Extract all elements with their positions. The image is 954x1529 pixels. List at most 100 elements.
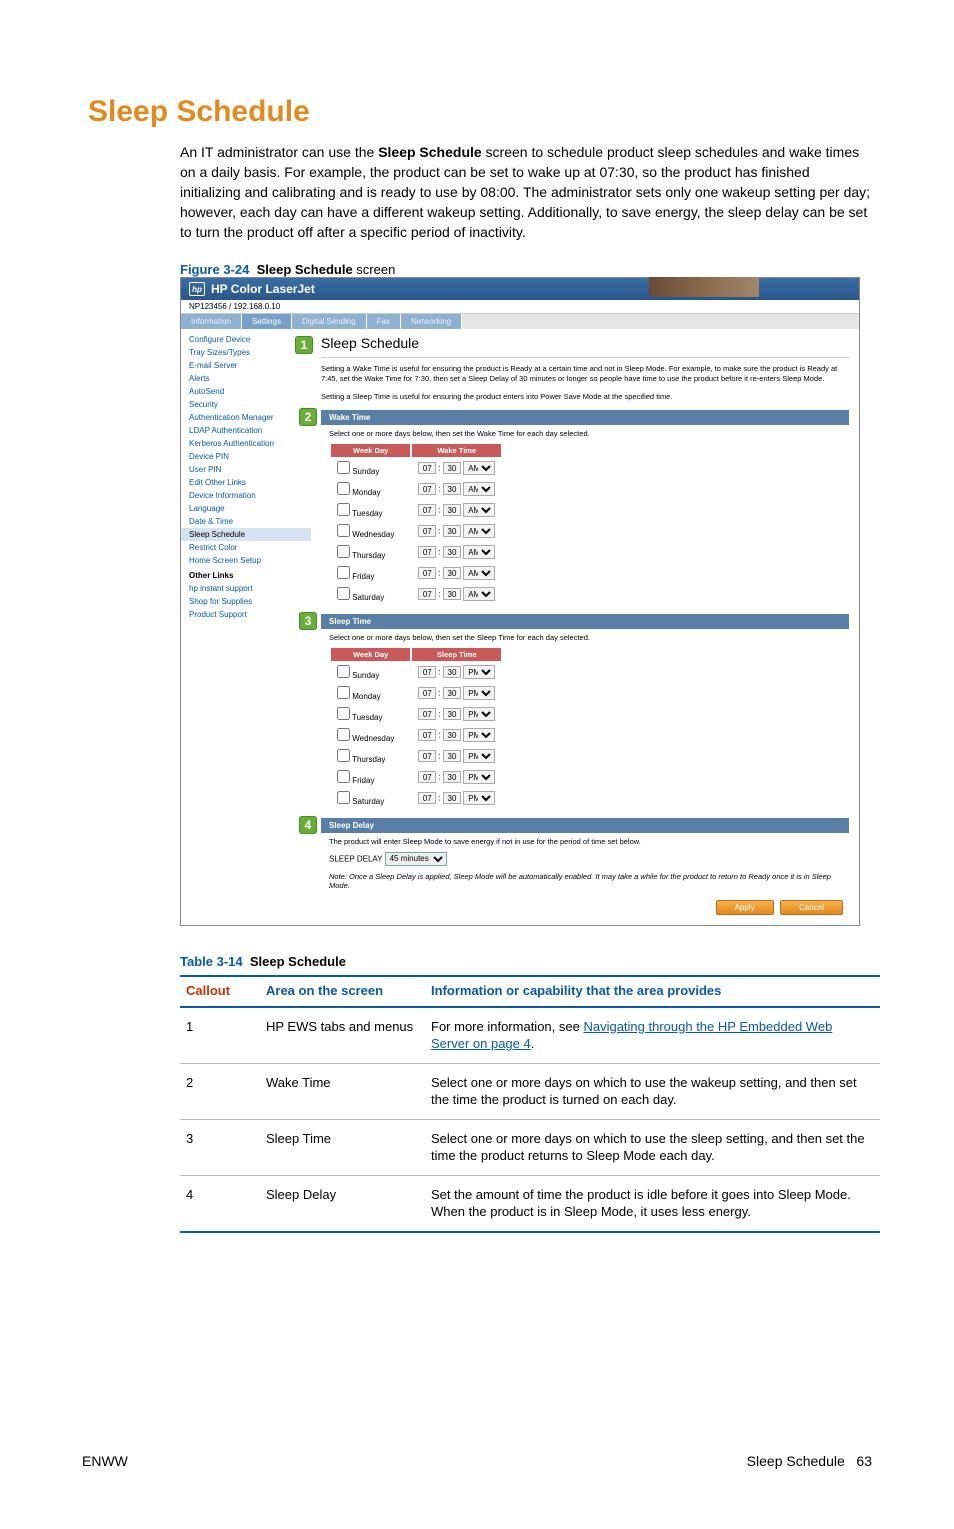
hour-input[interactable] [418, 588, 436, 600]
ampm-select[interactable]: PM [463, 665, 495, 679]
sidebar-item[interactable]: Edit Other Links [181, 476, 311, 489]
day-checkbox[interactable] [337, 587, 350, 600]
ampm-select[interactable]: AM [463, 587, 495, 601]
hour-input[interactable] [418, 525, 436, 537]
day-checkbox[interactable] [337, 686, 350, 699]
sleep-delay-select[interactable]: 45 minutes [385, 852, 447, 866]
minute-input[interactable] [443, 750, 461, 762]
minute-input[interactable] [443, 588, 461, 600]
ews-sidebar: Configure DeviceTray Sizes/TypesE-mail S… [181, 329, 311, 924]
tab-information[interactable]: Information [181, 314, 242, 329]
sidebar-item[interactable]: Sleep Schedule [181, 528, 311, 541]
cell-callout: 1 [180, 1007, 260, 1064]
sidebar-item[interactable]: AutoSend [181, 385, 311, 398]
hour-input[interactable] [418, 750, 436, 762]
hour-input[interactable] [418, 546, 436, 558]
minute-input[interactable] [443, 462, 461, 474]
day-checkbox[interactable] [337, 461, 350, 474]
ampm-select[interactable]: PM [463, 686, 495, 700]
ampm-select[interactable]: PM [463, 749, 495, 763]
hour-input[interactable] [418, 792, 436, 804]
help-text-2: Setting a Sleep Time is useful for ensur… [321, 392, 849, 402]
day-checkbox[interactable] [337, 545, 350, 558]
minute-input[interactable] [443, 687, 461, 699]
hour-input[interactable] [418, 687, 436, 699]
hour-input[interactable] [418, 483, 436, 495]
ampm-select[interactable]: PM [463, 707, 495, 721]
cross-ref-link[interactable]: Navigating through the HP Embedded Web S… [431, 1019, 832, 1052]
hour-input[interactable] [418, 504, 436, 516]
hour-input[interactable] [418, 729, 436, 741]
ampm-select[interactable]: AM [463, 482, 495, 496]
sidebar-item[interactable]: Language [181, 502, 311, 515]
sidebar-other-links-header: Other Links [181, 567, 311, 582]
tab-networking[interactable]: Networking [401, 314, 462, 329]
sidebar-other-link[interactable]: Product Support [181, 608, 311, 621]
ampm-select[interactable]: AM [463, 545, 495, 559]
sidebar-other-link[interactable]: Shop for Supplies [181, 595, 311, 608]
tab-settings[interactable]: Settings [242, 314, 292, 329]
day-checkbox[interactable] [337, 665, 350, 678]
minute-input[interactable] [443, 666, 461, 678]
sidebar-item[interactable]: Configure Device [181, 333, 311, 346]
hour-input[interactable] [418, 708, 436, 720]
day-checkbox[interactable] [337, 482, 350, 495]
minute-input[interactable] [443, 567, 461, 579]
table-row: Tuesday : AM [331, 501, 501, 520]
ampm-select[interactable]: PM [463, 770, 495, 784]
hour-input[interactable] [418, 666, 436, 678]
day-checkbox[interactable] [337, 566, 350, 579]
sidebar-item[interactable]: E-mail Server [181, 359, 311, 372]
ews-tabs: Information Settings Digital Sending Fax… [181, 314, 859, 329]
day-checkbox[interactable] [337, 770, 350, 783]
sidebar-item[interactable]: Date & Time [181, 515, 311, 528]
minute-input[interactable] [443, 546, 461, 558]
th-info: Information or capability that the area … [425, 976, 880, 1007]
minute-input[interactable] [443, 729, 461, 741]
tab-digital-sending[interactable]: Digital Sending [292, 314, 367, 329]
apply-button[interactable]: Apply [716, 900, 774, 915]
minute-input[interactable] [443, 525, 461, 537]
hour-input[interactable] [418, 567, 436, 579]
sleep-time-table: Week Day Sleep Time Sunday : PM Monday :… [329, 646, 503, 810]
ampm-select[interactable]: AM [463, 503, 495, 517]
sidebar-item[interactable]: Tray Sizes/Types [181, 346, 311, 359]
minute-input[interactable] [443, 708, 461, 720]
sidebar-item[interactable]: Device PIN [181, 450, 311, 463]
sidebar-item[interactable]: Restrict Color [181, 541, 311, 554]
sidebar-item[interactable]: Device Information [181, 489, 311, 502]
sidebar-other-link[interactable]: hp instant support [181, 582, 311, 595]
day-checkbox[interactable] [337, 749, 350, 762]
sidebar-item[interactable]: Home Screen Setup [181, 554, 311, 567]
tab-fax[interactable]: Fax [367, 314, 401, 329]
hour-input[interactable] [418, 462, 436, 474]
day-checkbox[interactable] [337, 791, 350, 804]
product-name: HP Color LaserJet [211, 282, 315, 296]
ampm-select[interactable]: PM [463, 728, 495, 742]
sleep-col-time: Sleep Time [412, 648, 501, 661]
ampm-select[interactable]: AM [463, 461, 495, 475]
sidebar-item[interactable]: Authentication Manager [181, 411, 311, 424]
sidebar-item[interactable]: Kerberos Authentication [181, 437, 311, 450]
table-row: Sunday : PM [331, 663, 501, 682]
sidebar-item[interactable]: Alerts [181, 372, 311, 385]
ampm-select[interactable]: AM [463, 524, 495, 538]
cell-area: Sleep Delay [260, 1175, 425, 1232]
day-checkbox[interactable] [337, 503, 350, 516]
sidebar-item[interactable]: User PIN [181, 463, 311, 476]
minute-input[interactable] [443, 504, 461, 516]
hour-input[interactable] [418, 771, 436, 783]
sleep-col-day: Week Day [331, 648, 410, 661]
day-checkbox[interactable] [337, 524, 350, 537]
day-checkbox[interactable] [337, 707, 350, 720]
ampm-select[interactable]: AM [463, 566, 495, 580]
minute-input[interactable] [443, 771, 461, 783]
figure-caption: Figure 3-24 Sleep Schedule screen [180, 262, 872, 277]
ampm-select[interactable]: PM [463, 791, 495, 805]
minute-input[interactable] [443, 792, 461, 804]
sidebar-item[interactable]: Security [181, 398, 311, 411]
minute-input[interactable] [443, 483, 461, 495]
day-checkbox[interactable] [337, 728, 350, 741]
cancel-button[interactable]: Cancel [780, 900, 843, 915]
sidebar-item[interactable]: LDAP Authentication [181, 424, 311, 437]
